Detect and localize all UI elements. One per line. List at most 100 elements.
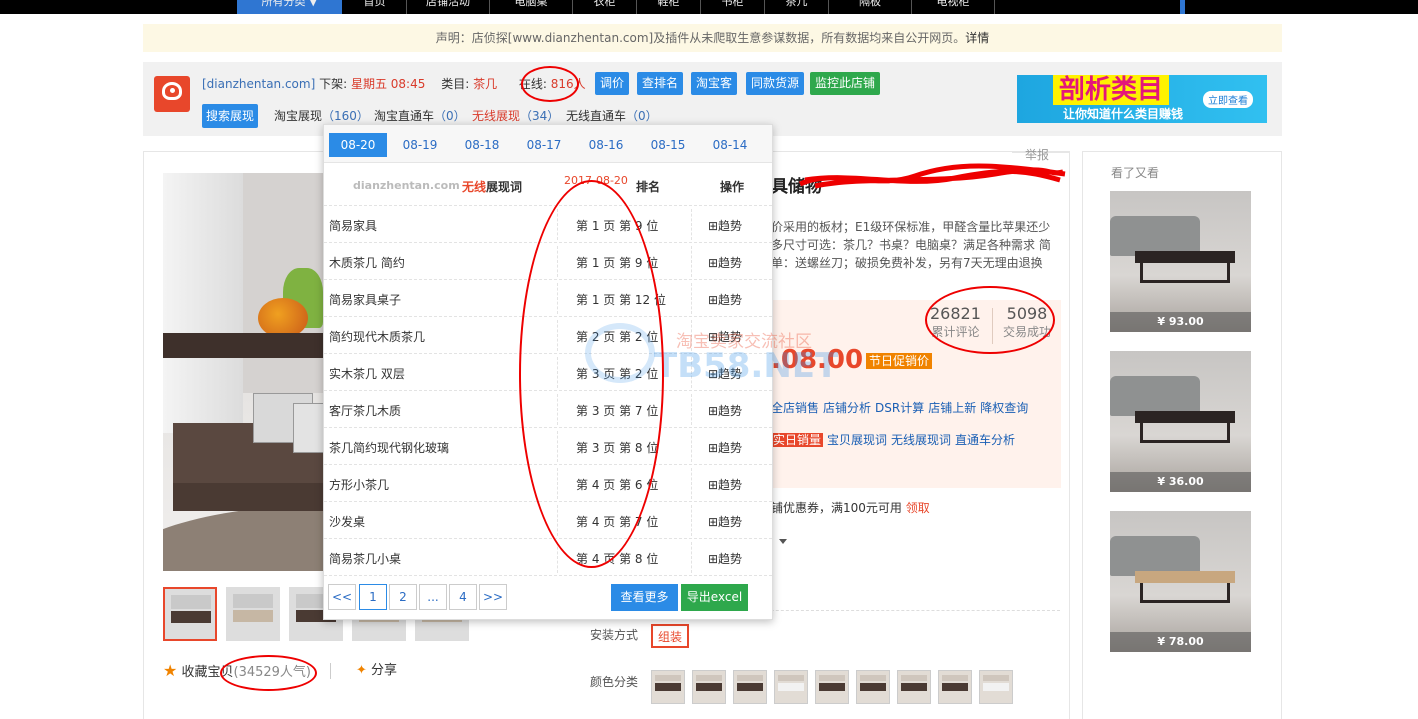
watermark-site: TB58.NET — [654, 346, 839, 386]
nav-all-categories[interactable]: 所有分类 ▼ — [237, 0, 342, 14]
color-swatch[interactable] — [733, 670, 767, 704]
color-swatch[interactable] — [774, 670, 808, 704]
coupon-get-link[interactable]: 领取 — [906, 501, 930, 515]
keyword: 简约现代木质茶几 — [329, 330, 426, 344]
recommend-price: ¥ 93.00 — [1110, 312, 1251, 332]
trend-button[interactable]: ⊞趋势 — [708, 291, 742, 308]
trend-button[interactable]: ⊞趋势 — [708, 439, 742, 456]
keyword: 客厅茶几木质 — [329, 404, 402, 418]
color-swatch[interactable] — [651, 670, 685, 704]
nav-shelf[interactable]: 隔板 — [829, 0, 911, 14]
redaction-scribble — [798, 163, 1066, 189]
date-tab[interactable]: 08-19 — [391, 133, 449, 157]
recommend-item[interactable]: ¥ 36.00 — [1110, 351, 1251, 492]
trend-button[interactable]: ⊞趋势 — [708, 476, 742, 493]
date-tab[interactable]: 08-17 — [515, 133, 573, 157]
color-swatch[interactable] — [979, 670, 1013, 704]
color-swatch[interactable] — [815, 670, 849, 704]
nav-computer-desk[interactable]: 电脑桌 — [490, 0, 572, 14]
banner-subtitle: 让你知道什么类目赚钱 — [1063, 107, 1184, 121]
nav-shoe-cabinet[interactable]: 鞋柜 — [637, 0, 700, 14]
link-new-items[interactable]: 店铺上新 — [928, 401, 976, 415]
nav-tea-table[interactable]: 茶几 — [765, 0, 828, 14]
recommend-item[interactable]: ¥ 78.00 — [1110, 511, 1251, 652]
date-tab[interactable]: 08-20 — [329, 133, 387, 157]
category-value[interactable]: 茶几 — [473, 77, 497, 91]
taobaoke-button[interactable]: 淘宝客 — [691, 72, 738, 95]
nav-bookcase[interactable]: 书柜 — [701, 0, 764, 14]
keyword: 简易家具桌子 — [329, 293, 402, 307]
recommend-price: ¥ 78.00 — [1110, 632, 1251, 652]
link-daily-sales[interactable]: 实日销量 — [771, 433, 824, 447]
sidebar-title: 看了又看 — [1111, 166, 1160, 180]
page-1[interactable]: 1 — [359, 584, 387, 610]
install-option[interactable]: 组装 — [651, 624, 690, 648]
tab-search-display[interactable]: 搜索展现 — [202, 104, 259, 128]
link-ztc-analysis[interactable]: 直通车分析 — [955, 433, 1015, 447]
thumbnail[interactable] — [163, 587, 217, 641]
keywords-header: 无线展现词 — [462, 178, 522, 195]
product-description: 价采用的板材；E1级环保标准，甲醛含量比苹果还少 多尺寸可选：茶几？书桌？电脑桌… — [771, 220, 1051, 270]
trend-button[interactable]: ⊞趋势 — [708, 550, 742, 567]
page-2[interactable]: 2 — [389, 584, 417, 610]
color-swatch[interactable] — [938, 670, 972, 704]
disclaimer-notice: 声明：店侦探[www.dianzhentan.com]及插件从未爬取生意参谋数据… — [143, 24, 1282, 52]
trend-button[interactable]: ⊞趋势 — [708, 217, 742, 234]
date-tab[interactable]: 08-14 — [701, 133, 759, 157]
link-shop-analysis[interactable]: 店铺分析 — [823, 401, 871, 415]
trend-button[interactable]: ⊞趋势 — [708, 513, 742, 530]
nav-home[interactable]: 首页 — [343, 0, 406, 14]
date-tab[interactable]: 08-16 — [577, 133, 635, 157]
caret-down-icon[interactable] — [779, 539, 787, 544]
star-icon: ★ — [163, 661, 178, 680]
monitor-shop-button[interactable]: 监控此店铺 — [810, 72, 881, 95]
same-source-button[interactable]: 同款货源 — [746, 72, 805, 95]
nav-edge — [1180, 0, 1185, 14]
nav-tv-cabinet[interactable]: 电视柜 — [912, 0, 994, 14]
color-label: 颜色分类 — [590, 675, 639, 689]
tab-count: （160） — [322, 109, 369, 123]
page-last[interactable]: >> — [479, 584, 507, 610]
date-tab[interactable]: 08-15 — [639, 133, 697, 157]
shop-domain[interactable]: [dianzhentan.com] — [202, 77, 315, 91]
disclaimer-text: 声明：店侦探[www.dianzhentan.com]及插件从未爬取生意参谋数据… — [435, 31, 966, 45]
view-more-button[interactable]: 查看更多 — [611, 584, 678, 611]
link-shop-sales[interactable]: 全店销售 — [771, 401, 819, 415]
coupon-row: 铺优惠券，满100元可用 领取 — [771, 499, 930, 516]
thumbnail[interactable] — [226, 587, 280, 641]
date-tab[interactable]: 08-18 — [453, 133, 511, 157]
coupon-text: 铺优惠券，满100元可用 — [771, 501, 902, 515]
page-first[interactable]: << — [328, 584, 356, 610]
banner-title: 剖析类目 — [1053, 75, 1170, 105]
kw-rest: 展现词 — [486, 180, 523, 194]
link-demote-query[interactable]: 降权查询 — [980, 401, 1028, 415]
install-label: 安装方式 — [590, 628, 639, 642]
link-dsr-calc[interactable]: DSR计算 — [875, 401, 924, 415]
operation-header: 操作 — [720, 180, 745, 194]
link-wireless-keywords[interactable]: 无线展现词 — [891, 433, 951, 447]
recommend-item[interactable]: ¥ 93.00 — [1110, 191, 1251, 332]
share-label: 分享 — [371, 663, 398, 678]
trend-button[interactable]: ⊞趋势 — [708, 254, 742, 271]
page-root: 所有分类 ▼ 首页 店铺活动 电脑桌 衣柜 鞋柜 书柜 茶几 隔板 电视柜 声明… — [0, 0, 1418, 719]
page-4[interactable]: 4 — [449, 584, 477, 610]
link-item-keywords[interactable]: 宝贝展现词 — [827, 433, 887, 447]
export-excel-button[interactable]: 导出excel — [681, 584, 748, 611]
nav-shop-activity[interactable]: 店铺活动 — [407, 0, 489, 14]
color-swatch[interactable] — [897, 670, 931, 704]
color-swatch[interactable] — [856, 670, 890, 704]
disclaimer-details-link[interactable]: 详情 — [965, 31, 989, 45]
color-swatch[interactable] — [692, 670, 726, 704]
keyword: 茶几简约现代钢化玻璃 — [329, 441, 450, 455]
keyword: 木质茶几 简约 — [329, 256, 405, 270]
check-rank-button[interactable]: 查排名 — [637, 72, 684, 95]
trend-button[interactable]: ⊞趋势 — [708, 402, 742, 419]
adjust-price-button[interactable]: 调价 — [595, 72, 630, 95]
category-analysis-banner[interactable]: 剖析类目 让你知道什么类目赚钱 立即查看 — [1017, 75, 1267, 123]
share-button[interactable]: ✦ 分享 — [356, 662, 397, 680]
nav-wardrobe[interactable]: 衣柜 — [573, 0, 636, 14]
category-label: 类目: — [441, 77, 474, 91]
tab-label: 淘宝直通车 — [374, 109, 435, 123]
table-row: 简易茶几小桌第 4 页 第 8 位 ⊞趋势 — [324, 538, 772, 575]
rank-header: 排名 — [636, 180, 661, 194]
